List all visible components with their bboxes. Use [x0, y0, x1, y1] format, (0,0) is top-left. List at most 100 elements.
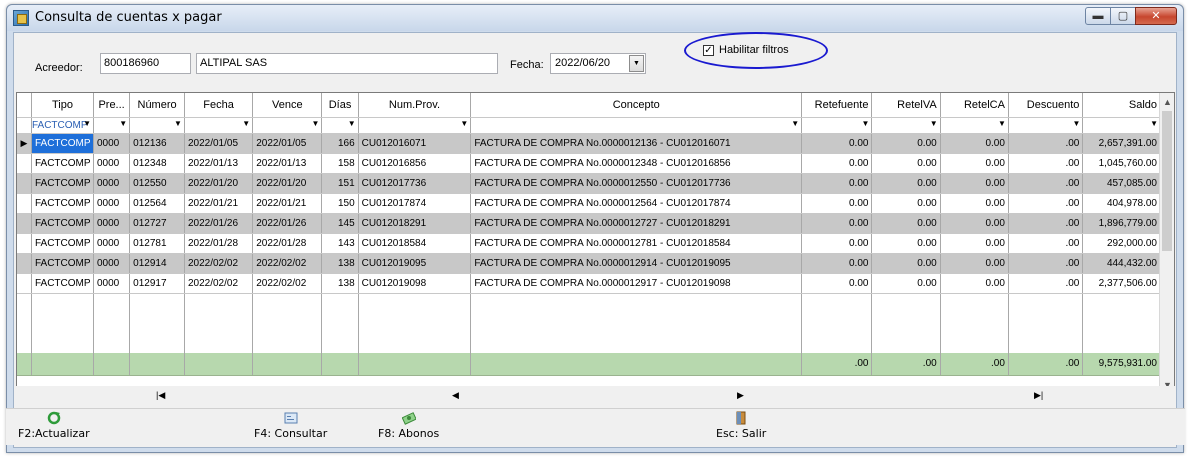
table-cell[interactable]: 0000: [93, 173, 131, 194]
dropdown-arrow-icon[interactable]: ▼: [312, 119, 320, 128]
table-cell[interactable]: 012136: [129, 133, 185, 154]
column-header[interactable]: Días: [321, 93, 359, 118]
table-cell[interactable]: CU012016856: [358, 153, 472, 174]
table-cell[interactable]: 0.00: [871, 133, 941, 154]
table-cell[interactable]: 2022/01/28: [252, 233, 323, 254]
dropdown-arrow-icon[interactable]: ▼: [1072, 119, 1080, 128]
fecha-date-picker[interactable]: 2022/06/20 ▼: [550, 53, 646, 74]
table-cell[interactable]: 0.00: [871, 213, 941, 234]
table-cell[interactable]: 012727: [129, 213, 185, 234]
table-cell[interactable]: 0.00: [940, 193, 1009, 214]
table-cell[interactable]: 150: [321, 193, 359, 214]
table-cell[interactable]: .00: [1008, 273, 1084, 294]
table-cell[interactable]: 0000: [93, 273, 131, 294]
table-row[interactable]: FACTCOMP 0000 012917 2022/02/02 2022/02/02 13…: [17, 273, 1161, 294]
filter-dropdown[interactable]: ▼: [1082, 117, 1161, 134]
table-cell[interactable]: 0.00: [871, 153, 941, 174]
table-row[interactable]: FACTCOMP 0000 012727 2022/01/26 2022/01/26 14…: [17, 213, 1161, 234]
table-cell[interactable]: 2022/01/20: [184, 173, 254, 194]
table-cell[interactable]: .00: [1008, 253, 1084, 274]
table-cell[interactable]: 012550: [129, 173, 185, 194]
filter-dropdown[interactable]: ▼: [321, 117, 359, 134]
table-cell[interactable]: 2022/01/26: [184, 213, 254, 234]
table-cell[interactable]: FACTURA DE COMPRA No.0000012136 - CU0120…: [470, 133, 803, 154]
table-cell[interactable]: CU012018291: [358, 213, 472, 234]
dropdown-arrow-icon[interactable]: ▼: [998, 119, 1006, 128]
filter-dropdown[interactable]: ▼: [801, 117, 873, 134]
table-cell[interactable]: 0.00: [940, 273, 1009, 294]
table-cell[interactable]: FACTURA DE COMPRA No.0000012727 - CU0120…: [470, 213, 803, 234]
dropdown-arrow-icon[interactable]: ▼: [930, 119, 938, 128]
table-cell[interactable]: FACTURA DE COMPRA No.0000012348 - CU0120…: [470, 153, 803, 174]
column-header[interactable]: RetelCA: [940, 93, 1009, 118]
table-cell[interactable]: FACTCOMP: [31, 193, 95, 214]
dropdown-arrow-icon[interactable]: ▼: [242, 119, 250, 128]
filter-dropdown[interactable]: ▼: [1008, 117, 1084, 134]
table-cell[interactable]: 0000: [93, 193, 131, 214]
table-row[interactable]: FACTCOMP 0000 012550 2022/01/20 2022/01/20 15…: [17, 173, 1161, 194]
table-cell[interactable]: 0.00: [801, 133, 873, 154]
table-cell[interactable]: 166: [321, 133, 359, 154]
table-cell[interactable]: CU012016071: [358, 133, 472, 154]
table-cell[interactable]: 0000: [93, 253, 131, 274]
table-cell[interactable]: .00: [1008, 133, 1084, 154]
column-header[interactable]: Pre...: [93, 93, 131, 118]
table-cell[interactable]: .00: [1008, 153, 1084, 174]
table-cell[interactable]: FACTCOMP: [31, 273, 95, 294]
table-cell[interactable]: 2022/01/05: [252, 133, 323, 154]
table-cell[interactable]: FACTCOMP: [31, 233, 95, 254]
consultar-button[interactable]: F4: Consultar: [254, 411, 327, 440]
table-cell[interactable]: 012564: [129, 193, 185, 214]
table-cell[interactable]: 2022/01/13: [252, 153, 323, 174]
title-bar[interactable]: Consulta de cuentas x pagar ▬ ▢ ✕: [7, 5, 1183, 31]
dropdown-arrow-icon[interactable]: ▼: [1150, 119, 1158, 128]
table-cell[interactable]: 0.00: [940, 133, 1009, 154]
table-cell[interactable]: 012348: [129, 153, 185, 174]
column-header[interactable]: Retefuente: [801, 93, 873, 118]
table-cell[interactable]: 0.00: [871, 233, 941, 254]
filter-dropdown[interactable]: ▼: [940, 117, 1009, 134]
table-row[interactable]: FACTCOMP 0000 012348 2022/01/13 2022/01/13 15…: [17, 153, 1161, 174]
previous-record-icon[interactable]: ◀: [452, 390, 459, 401]
table-cell[interactable]: 0.00: [871, 173, 941, 194]
dropdown-arrow-icon[interactable]: ▼: [83, 119, 91, 128]
table-cell[interactable]: 0.00: [940, 153, 1009, 174]
table-cell[interactable]: FACTCOMP: [31, 133, 95, 154]
table-cell[interactable]: .00: [1008, 213, 1084, 234]
table-cell[interactable]: 145: [321, 213, 359, 234]
column-header[interactable]: Tipo: [31, 93, 95, 118]
scroll-up-icon[interactable]: ▲: [1163, 97, 1172, 107]
table-cell[interactable]: 151: [321, 173, 359, 194]
table-cell[interactable]: 0000: [93, 233, 131, 254]
column-header[interactable]: Fecha: [184, 93, 254, 118]
table-cell[interactable]: 444,432.00: [1082, 253, 1161, 274]
table-cell[interactable]: CU012019095: [358, 253, 472, 274]
table-cell[interactable]: 012781: [129, 233, 185, 254]
table-cell[interactable]: 2022/02/02: [184, 273, 254, 294]
accounts-grid[interactable]: Tipo Pre... Número Fecha Vence Días Num.…: [16, 92, 1175, 396]
table-cell[interactable]: 143: [321, 233, 359, 254]
table-cell[interactable]: CU012017736: [358, 173, 472, 194]
dropdown-arrow-icon[interactable]: ▼: [862, 119, 870, 128]
table-cell[interactable]: FACTCOMP: [31, 153, 95, 174]
table-cell[interactable]: FACTCOMP: [31, 213, 95, 234]
table-cell[interactable]: 0.00: [801, 253, 873, 274]
table-cell[interactable]: 2022/01/21: [184, 193, 254, 214]
table-cell[interactable]: 012914: [129, 253, 185, 274]
table-cell[interactable]: 0.00: [801, 233, 873, 254]
table-cell[interactable]: 012917: [129, 273, 185, 294]
vertical-scrollbar[interactable]: ▲ ▼: [1159, 93, 1174, 395]
filter-dropdown[interactable]: ▼: [129, 117, 185, 134]
table-cell[interactable]: .00: [1008, 233, 1084, 254]
table-cell[interactable]: 457,085.00: [1082, 173, 1161, 194]
dropdown-arrow-icon[interactable]: ▼: [174, 119, 182, 128]
acreedor-code-field[interactable]: 800186960: [100, 53, 191, 74]
table-cell[interactable]: FACTURA DE COMPRA No.0000012781 - CU0120…: [470, 233, 803, 254]
last-record-icon[interactable]: ▶|: [1034, 390, 1043, 401]
table-cell[interactable]: 1,896,779.00: [1082, 213, 1161, 234]
table-cell[interactable]: 0000: [93, 213, 131, 234]
table-row[interactable]: FACTCOMP 0000 012781 2022/01/28 2022/01/28 14…: [17, 233, 1161, 254]
table-cell[interactable]: 138: [321, 253, 359, 274]
table-cell[interactable]: .00: [1008, 193, 1084, 214]
table-cell[interactable]: 0.00: [871, 193, 941, 214]
